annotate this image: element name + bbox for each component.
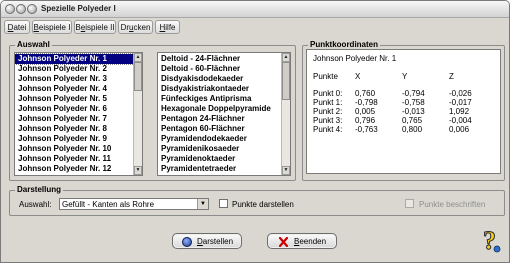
johnson-polyeder-list[interactable]: Johnson Polyeder Nr. 1 Johnson Polyeder N…	[14, 52, 143, 176]
punkte-darstellen-checkbox[interactable]	[219, 199, 228, 208]
polyeder-list-item[interactable]: Disdyakisdodekaeder	[158, 74, 282, 84]
darstellen-label: Darstellen	[197, 237, 234, 246]
coord-value: -0,794	[402, 89, 425, 98]
coord-value: 1,092	[449, 107, 470, 116]
johnson-list-item[interactable]: Johnson Polyeder Nr. 10	[15, 144, 134, 154]
punkte-beschriften-label: Punkte beschriften	[419, 200, 486, 209]
coord-value: 0,760	[355, 89, 376, 98]
polyeder-list-scrollbar[interactable]: ▲ ▼	[281, 53, 290, 175]
coord-value: 0,800	[402, 125, 423, 134]
polyeder-list-item[interactable]: Pyramidentetraeder	[158, 164, 282, 174]
polyeder-list-item[interactable]: Fünfeckiges Antiprisma	[158, 94, 282, 104]
help-icon[interactable]: ?	[479, 226, 505, 256]
coord-value: -0,798	[355, 98, 378, 107]
coord-value: -0,763	[355, 125, 378, 134]
coordinates-panel: Johnson Polyeder Nr. 1 Punkte X Y Z Punk…	[306, 49, 501, 174]
header-punkte: Punkte	[313, 72, 338, 81]
coord-value: 0,796	[355, 116, 376, 125]
menu-drucken[interactable]: Drucken	[118, 20, 153, 34]
dropdown-arrow-icon[interactable]: ▼	[197, 199, 208, 209]
polyeder-list-item[interactable]: Deltoid - 60-Flächner	[158, 64, 282, 74]
header-y: Y	[402, 72, 408, 81]
coord-value: -0,758	[402, 98, 425, 107]
maximize-window-button[interactable]	[27, 4, 37, 14]
main-window: Spezielle Polyeder I Datei Beispiele I B…	[0, 0, 510, 263]
close-x-icon	[278, 236, 289, 248]
header-x: X	[355, 72, 361, 81]
scroll-down-arrow-icon[interactable]: ▼	[282, 166, 290, 175]
coord-value: 0,006	[449, 125, 470, 134]
coord-value: 0,005	[355, 107, 376, 116]
johnson-list-item[interactable]: Johnson Polyeder Nr. 8	[15, 124, 134, 134]
polyeder-list-item[interactable]: Pyramidenikosaeder	[158, 144, 282, 154]
polyeder-list[interactable]: Deltoid - 24-Flächner Deltoid - 60-Flächn…	[157, 52, 291, 176]
coord-value: -0,026	[449, 89, 472, 98]
menu-datei[interactable]: Datei	[4, 20, 30, 34]
polyeder-list-item[interactable]: Disdyakistriakontaeder	[158, 84, 282, 94]
johnson-list-item[interactable]: Johnson Polyeder Nr. 6	[15, 104, 134, 114]
coord-row-label: Punkt 1:	[313, 98, 343, 107]
johnson-list-item[interactable]: Johnson Polyeder Nr. 13	[15, 174, 134, 175]
polyeder-list-item[interactable]: Hexagonale Doppelpyramide	[158, 104, 282, 114]
beenden-button[interactable]: Beenden	[267, 233, 337, 249]
scroll-up-arrow-icon[interactable]: ▲	[134, 53, 142, 62]
title-bar: Spezielle Polyeder I	[1, 1, 509, 18]
coord-row-label: Punkt 0:	[313, 89, 343, 98]
darstellen-icon	[182, 237, 192, 247]
dropdown-value: Gefüllt - Kanten als Rohre	[62, 200, 155, 209]
johnson-list-item[interactable]: Johnson Polyeder Nr. 3	[15, 74, 134, 84]
punkte-beschriften-checkbox[interactable]	[405, 199, 414, 208]
johnson-list-item[interactable]: Johnson Polyeder Nr. 1	[15, 53, 135, 65]
darstellung-dropdown[interactable]: Gefüllt - Kanten als Rohre ▼	[59, 198, 209, 210]
header-z: Z	[449, 72, 454, 81]
johnson-list-item[interactable]: Johnson Polyeder Nr. 4	[15, 84, 134, 94]
coord-value: -0,004	[449, 116, 472, 125]
darstellen-button[interactable]: Darstellen	[172, 233, 242, 249]
polyeder-list-item[interactable]: Pentagon 60-Flächner	[158, 124, 282, 134]
polyeder-list-item[interactable]: Deltoid - 24-Flächner	[158, 54, 282, 64]
menu-hilfe[interactable]: Hilfe	[155, 20, 180, 34]
coord-row-label: Punkt 3:	[313, 116, 343, 125]
scroll-thumb[interactable]	[134, 62, 142, 91]
menu-beispiele-1[interactable]: Beispiele I	[32, 20, 72, 34]
scroll-up-arrow-icon[interactable]: ▲	[282, 53, 290, 62]
scroll-thumb[interactable]	[282, 62, 290, 100]
johnson-list-scrollbar[interactable]: ▲ ▼	[133, 53, 142, 175]
auswahl-group-label: Auswahl	[15, 40, 52, 50]
scroll-down-arrow-icon[interactable]: ▼	[134, 166, 142, 175]
svg-text:?: ?	[483, 227, 496, 255]
close-window-button[interactable]	[5, 4, 15, 14]
johnson-list-item[interactable]: Johnson Polyeder Nr. 7	[15, 114, 134, 124]
coordinates-title: Johnson Polyeder Nr. 1	[313, 54, 397, 63]
johnson-list-item[interactable]: Johnson Polyeder Nr. 5	[15, 94, 134, 104]
coord-value: 0,765	[402, 116, 423, 125]
coord-value: -0,017	[449, 98, 472, 107]
johnson-list-item[interactable]: Johnson Polyeder Nr. 9	[15, 134, 134, 144]
coord-row-label: Punkt 2:	[313, 107, 343, 116]
auswahl-label: Auswahl:	[19, 200, 52, 209]
johnson-list-item[interactable]: Johnson Polyeder Nr. 2	[15, 64, 134, 74]
coord-row-label: Punkt 4:	[313, 125, 343, 134]
window-title: Spezielle Polyeder I	[41, 4, 116, 13]
punkte-darstellen-label: Punkte darstellen	[232, 200, 294, 209]
johnson-list-item[interactable]: Johnson Polyeder Nr. 11	[15, 154, 134, 164]
polyeder-list-item[interactable]: Pyramidendodekaeder	[158, 134, 282, 144]
johnson-list-item[interactable]: Johnson Polyeder Nr. 12	[15, 164, 134, 174]
polyeder-list-item[interactable]: Pyramidenoktaeder	[158, 154, 282, 164]
polyeder-list-item[interactable]: Pentagon 24-Flächner	[158, 114, 282, 124]
beenden-label: Beenden	[294, 237, 327, 246]
polyeder-list-item[interactable]: Pyramidenwürfel	[158, 174, 282, 175]
coord-value: -0,013	[402, 107, 425, 116]
darstellung-group-label: Darstellung	[15, 185, 64, 195]
minimize-window-button[interactable]	[16, 4, 26, 14]
menu-beispiele-2[interactable]: Beispiele II	[74, 20, 116, 34]
